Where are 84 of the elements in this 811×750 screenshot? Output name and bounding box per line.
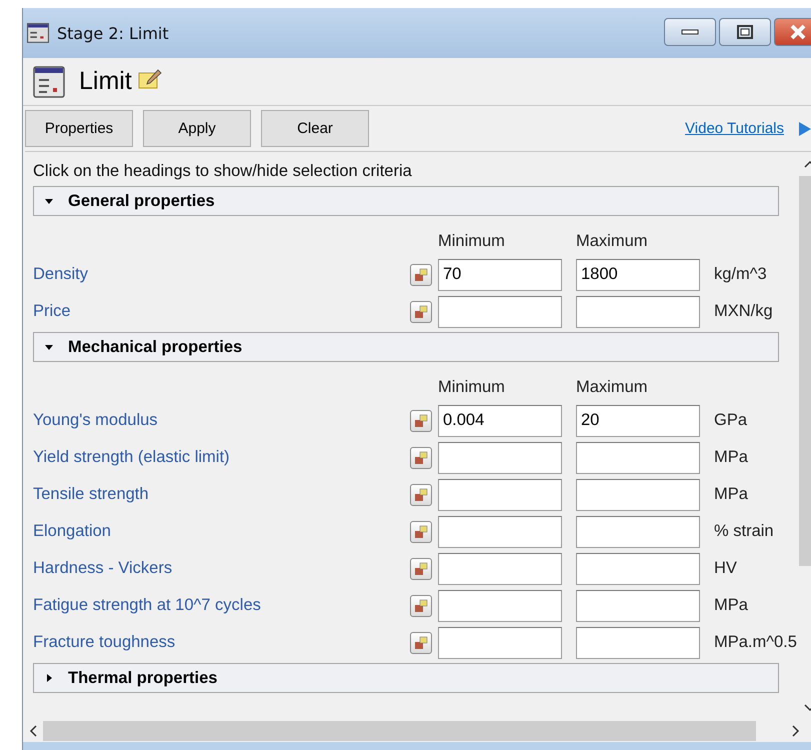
maximize-button[interactable]	[719, 18, 771, 46]
range-picker-button[interactable]	[410, 484, 432, 506]
unit-label: MPa	[714, 484, 749, 505]
chart-icon	[414, 488, 428, 502]
unit-label: MXN/kg	[714, 301, 774, 322]
property-link[interactable]: Young's modulus	[33, 402, 378, 439]
range-picker-button[interactable]	[410, 446, 432, 468]
unit-label: HV	[714, 558, 738, 579]
scroll-right-icon[interactable]	[792, 725, 800, 737]
range-picker-button[interactable]	[410, 410, 432, 432]
minimum-field[interactable]	[438, 296, 562, 328]
video-tutorials-link[interactable]: Video Tutorials	[685, 120, 784, 137]
column-header: Minimum	[438, 230, 506, 252]
range-picker-button[interactable]	[410, 632, 432, 654]
maximum-field[interactable]: 1800	[576, 258, 700, 290]
close-icon	[789, 24, 807, 40]
property-link[interactable]: Fatigue strength at 10^7 cycles	[33, 587, 378, 624]
maximum-field[interactable]: 20	[576, 404, 700, 436]
section-header[interactable]: Thermal properties	[33, 663, 779, 693]
chart-icon	[414, 414, 428, 428]
scroll-left-icon[interactable]	[29, 725, 37, 737]
toolbar-button[interactable]: Apply	[143, 110, 251, 147]
unit-label: MPa.m^0.5	[714, 632, 798, 653]
minimum-field[interactable]	[438, 516, 562, 548]
unit-label: kg/m^3	[714, 264, 768, 285]
maximum-field[interactable]	[576, 296, 700, 328]
chart-icon	[414, 598, 428, 612]
maximum-field[interactable]	[576, 516, 700, 548]
chart-icon	[414, 524, 428, 538]
close-button[interactable]	[774, 18, 811, 46]
hint-text: Click on the headings to show/hide selection criteria	[33, 160, 413, 182]
range-picker-button[interactable]	[410, 264, 432, 286]
maximum-field[interactable]	[576, 442, 700, 474]
unit-label: MPa	[714, 447, 749, 468]
property-link[interactable]: Price	[33, 293, 378, 330]
section-header[interactable]: Mechanical properties	[33, 332, 779, 362]
minimum-field[interactable]: 0.004	[438, 404, 562, 436]
window-app-icon	[27, 23, 49, 43]
maximum-field[interactable]	[576, 552, 700, 584]
property-link[interactable]: Elongation	[33, 513, 378, 550]
range-picker-button[interactable]	[410, 300, 432, 322]
range-picker-button[interactable]	[410, 520, 432, 542]
toolbar-button[interactable]: Properties	[25, 110, 133, 147]
chart-icon	[414, 636, 428, 650]
play-icon[interactable]	[798, 120, 811, 136]
maximize-icon	[737, 25, 753, 39]
chart-icon	[414, 268, 428, 282]
edit-note-icon[interactable]	[138, 66, 162, 88]
minimum-field[interactable]	[438, 552, 562, 584]
property-link[interactable]: Yield strength (elastic limit)	[33, 439, 378, 476]
maximum-field[interactable]	[576, 590, 700, 622]
page-title: Limit	[79, 67, 132, 96]
unit-label: GPa	[714, 410, 748, 431]
minimize-button[interactable]	[664, 18, 716, 46]
range-picker-button[interactable]	[410, 558, 432, 580]
unit-label: % strain	[714, 521, 775, 542]
maximum-field[interactable]	[576, 478, 700, 510]
chart-icon	[414, 450, 428, 464]
minimum-field[interactable]	[438, 442, 562, 474]
expanded-triangle-icon	[44, 342, 54, 352]
window-title: Stage 2: Limit	[57, 24, 169, 42]
column-header: Maximum	[576, 230, 649, 252]
property-link[interactable]: Fracture toughness	[33, 624, 378, 661]
property-link[interactable]: Tensile strength	[33, 476, 378, 513]
minimum-field[interactable]: 70	[438, 258, 562, 290]
section-header[interactable]: General properties	[33, 186, 779, 216]
property-link[interactable]: Density	[33, 256, 378, 293]
unit-label: MPa	[714, 595, 749, 616]
minimum-field[interactable]	[438, 626, 562, 658]
column-header: Maximum	[576, 376, 649, 398]
chart-icon	[414, 562, 428, 576]
toolbar-button[interactable]: Clear	[261, 110, 369, 147]
maximum-field[interactable]	[576, 626, 700, 658]
minimum-field[interactable]	[438, 590, 562, 622]
expanded-triangle-icon	[44, 196, 54, 206]
minimum-field[interactable]	[438, 478, 562, 510]
form-icon	[33, 66, 65, 98]
range-picker-button[interactable]	[410, 594, 432, 616]
property-link[interactable]: Hardness - Vickers	[33, 550, 378, 587]
scrollbar-thumb[interactable]	[43, 721, 756, 741]
minimize-icon	[681, 28, 699, 36]
collapsed-triangle-icon	[44, 673, 54, 683]
column-header: Minimum	[438, 376, 506, 398]
chart-icon	[414, 304, 428, 318]
